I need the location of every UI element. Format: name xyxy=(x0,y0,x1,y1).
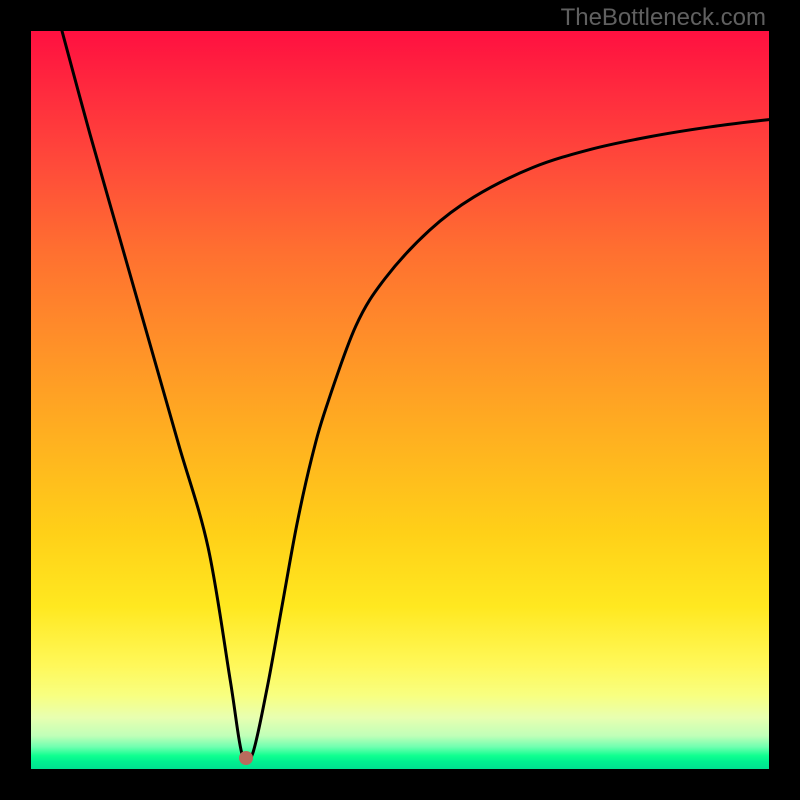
plot-area xyxy=(31,31,769,769)
watermark-text: TheBottleneck.com xyxy=(561,4,766,32)
bottleneck-curve-path xyxy=(62,31,769,763)
curve-svg xyxy=(31,31,769,769)
optimal-point-marker xyxy=(239,751,253,765)
chart-frame: TheBottleneck.com xyxy=(0,0,800,800)
